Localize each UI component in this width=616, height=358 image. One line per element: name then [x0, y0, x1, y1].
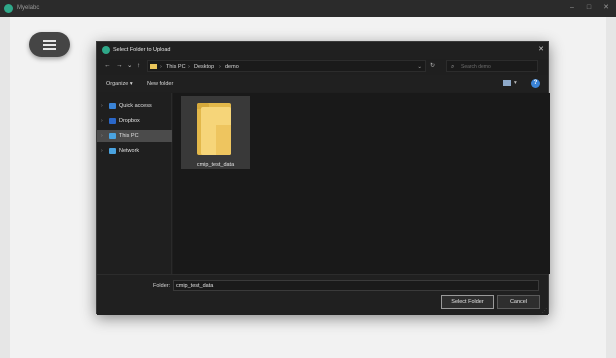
minimize-button[interactable]: – — [565, 2, 579, 14]
hamburger-icon-bar — [43, 44, 56, 46]
chevron-right-icon[interactable]: › — [101, 147, 103, 155]
chevron-right-icon[interactable]: › — [101, 102, 103, 110]
search-box: ⌕ — [446, 60, 538, 72]
select-folder-button[interactable]: Select Folder — [441, 295, 494, 309]
chevron-right-icon[interactable]: › — [101, 132, 103, 140]
command-bar: Organize ▾ New folder ▾ ? — [97, 75, 548, 92]
folder-icon — [150, 64, 157, 69]
help-icon[interactable]: ? — [531, 79, 540, 88]
maximize-button[interactable]: □ — [582, 2, 596, 14]
hamburger-menu-button[interactable] — [29, 32, 70, 57]
dialog-app-icon — [102, 46, 110, 54]
up-button[interactable]: ↑ — [137, 61, 140, 71]
cancel-button[interactable]: Cancel — [497, 295, 540, 309]
dialog-title: Select Folder to Upload — [113, 47, 171, 53]
hamburger-icon-bar — [43, 48, 56, 50]
dialog-titlebar: Select Folder to Upload ✕ — [97, 42, 548, 59]
breadcrumb-desktop[interactable]: Desktop — [194, 63, 214, 71]
dialog-footer: Folder: Select Folder Cancel ⋰ — [97, 274, 548, 315]
nav-item-label: Dropbox — [119, 118, 140, 124]
network-icon — [109, 148, 116, 154]
refresh-button[interactable]: ↻ — [430, 62, 435, 70]
folder-item-label: cmip_test_data — [196, 162, 235, 168]
select-folder-dialog: Select Folder to Upload ✕ ← → ⌄ ↑ › This… — [96, 41, 550, 315]
folder-field-label: Folder: — [153, 283, 171, 289]
navigation-pane: › Quick access › Dropbox › This PC › Net… — [97, 93, 172, 274]
breadcrumb-this-pc[interactable]: This PC — [166, 63, 186, 71]
folder-icon — [194, 103, 238, 155]
view-options-icon[interactable] — [503, 80, 511, 86]
address-bar: ← → ⌄ ↑ › This PC › Desktop › demo ⌄ ↻ ⌕ — [97, 59, 548, 74]
breadcrumb-separator: › — [160, 63, 162, 70]
recent-locations-button[interactable]: ⌄ — [127, 61, 132, 71]
dropbox-icon — [109, 118, 116, 124]
star-icon — [109, 103, 116, 109]
search-input[interactable] — [461, 62, 536, 71]
dialog-close-button[interactable]: ✕ — [538, 45, 544, 55]
breadcrumb-demo[interactable]: demo — [225, 63, 239, 71]
nav-item-this-pc[interactable]: › This PC — [97, 130, 172, 142]
nav-item-quick-access[interactable]: › Quick access — [97, 100, 172, 112]
chevron-right-icon[interactable]: › — [101, 117, 103, 125]
resize-grip-icon[interactable]: ⋰ — [542, 308, 547, 314]
path-box[interactable]: › This PC › Desktop › demo ⌄ — [147, 60, 426, 72]
forward-button[interactable]: → — [116, 61, 123, 71]
organize-button[interactable]: Organize ▾ — [106, 80, 133, 88]
back-button[interactable]: ← — [104, 61, 111, 71]
pc-icon — [109, 133, 116, 139]
app-logo-icon — [4, 4, 13, 13]
nav-item-label: This PC — [119, 133, 139, 139]
app-title: Myelabc — [17, 5, 40, 11]
nav-item-label: Quick access — [119, 103, 152, 109]
nav-item-network[interactable]: › Network — [97, 145, 172, 157]
nav-item-label: Network — [119, 148, 140, 154]
view-dropdown-icon[interactable]: ▾ — [514, 79, 517, 87]
path-dropdown-button[interactable]: ⌄ — [417, 63, 422, 71]
search-icon: ⌕ — [451, 64, 455, 70]
breadcrumb-separator: › — [219, 63, 221, 70]
app-titlebar: Myelabc – □ ✕ — [0, 0, 616, 17]
new-folder-button[interactable]: New folder — [147, 80, 173, 88]
nav-item-dropbox[interactable]: › Dropbox — [97, 115, 172, 127]
folder-item[interactable]: cmip_test_data — [181, 96, 250, 169]
window-close-button[interactable]: ✕ — [599, 2, 613, 14]
breadcrumb-separator: › — [188, 63, 190, 70]
hamburger-icon — [43, 40, 56, 42]
file-list: cmip_test_data — [173, 93, 550, 274]
folder-icon-shade — [216, 125, 231, 155]
folder-name-input[interactable] — [173, 280, 539, 291]
